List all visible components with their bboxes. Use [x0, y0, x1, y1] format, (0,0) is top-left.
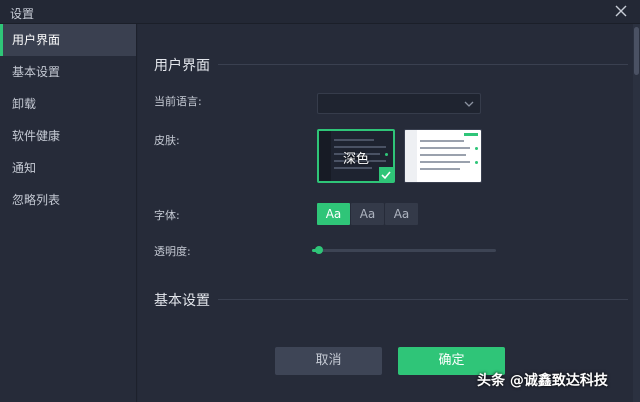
font-size-medium-button[interactable]: Aa — [351, 203, 384, 225]
chevron-down-icon — [464, 101, 474, 107]
skin-preview-bar — [464, 133, 478, 136]
font-label: 字体: — [154, 209, 180, 222]
sidebar-item-uninstall[interactable]: 卸载 — [0, 88, 136, 120]
skin-name: 深色 — [342, 152, 369, 167]
skin-label: 皮肤: — [154, 134, 180, 147]
skin-dark-option[interactable]: 深色 — [317, 129, 395, 183]
skin-preview-dot — [475, 161, 478, 164]
settings-panel: 用户界面 当前语言: 皮肤: 深色 字体: Aa Aa Aa 透明度: 基本设置… — [138, 24, 640, 402]
sidebar: 用户界面 基本设置 卸载 软件健康 通知 忽略列表 — [0, 24, 137, 402]
cancel-button[interactable]: 取消 — [275, 347, 382, 375]
skin-preview-row — [420, 140, 464, 142]
scrollbar[interactable] — [633, 24, 640, 402]
skin-preview-row — [334, 167, 372, 169]
title-bar: 设置 — [0, 0, 640, 24]
section-title-ui: 用户界面 — [154, 58, 210, 74]
opacity-slider[interactable] — [312, 246, 496, 254]
sidebar-item-label: 忽略列表 — [12, 193, 61, 207]
skin-preview-dot — [475, 147, 478, 150]
sidebar-item-notifications[interactable]: 通知 — [0, 152, 136, 184]
skin-preview-row — [420, 168, 460, 170]
sidebar-item-label: 用户界面 — [12, 33, 61, 47]
window-title: 设置 — [10, 7, 35, 21]
skin-preview-row — [420, 147, 470, 149]
skin-preview-row — [334, 139, 374, 141]
sidebar-item-label: 通知 — [12, 161, 37, 175]
sidebar-item-label: 软件健康 — [12, 129, 61, 143]
sidebar-item-label: 基本设置 — [12, 65, 61, 79]
close-icon[interactable] — [611, 1, 631, 21]
sidebar-item-basic-settings[interactable]: 基本设置 — [0, 56, 136, 88]
opacity-slider-handle[interactable] — [315, 246, 323, 254]
opacity-label: 透明度: — [154, 245, 191, 258]
font-size-large-button[interactable]: Aa — [385, 203, 418, 225]
skin-preview-sidebar — [405, 130, 417, 182]
sidebar-item-label: 卸载 — [12, 97, 37, 111]
sidebar-item-ui[interactable]: 用户界面 — [0, 24, 136, 56]
skin-preview-row — [420, 161, 470, 163]
sidebar-item-software-health[interactable]: 软件健康 — [0, 120, 136, 152]
language-label: 当前语言: — [154, 95, 202, 108]
font-size-small-button[interactable]: Aa — [317, 203, 350, 225]
skin-light-option[interactable] — [404, 129, 482, 183]
language-select[interactable] — [317, 93, 481, 114]
scrollbar-thumb[interactable] — [634, 27, 639, 75]
check-icon — [379, 167, 393, 181]
section-divider — [218, 299, 628, 300]
section-title-basic: 基本设置 — [154, 293, 210, 309]
watermark: 头条 @诚鑫致达科技 — [477, 373, 608, 389]
section-divider — [218, 64, 628, 65]
sidebar-item-ignore-list[interactable]: 忽略列表 — [0, 184, 136, 216]
skin-preview-row — [420, 154, 466, 156]
